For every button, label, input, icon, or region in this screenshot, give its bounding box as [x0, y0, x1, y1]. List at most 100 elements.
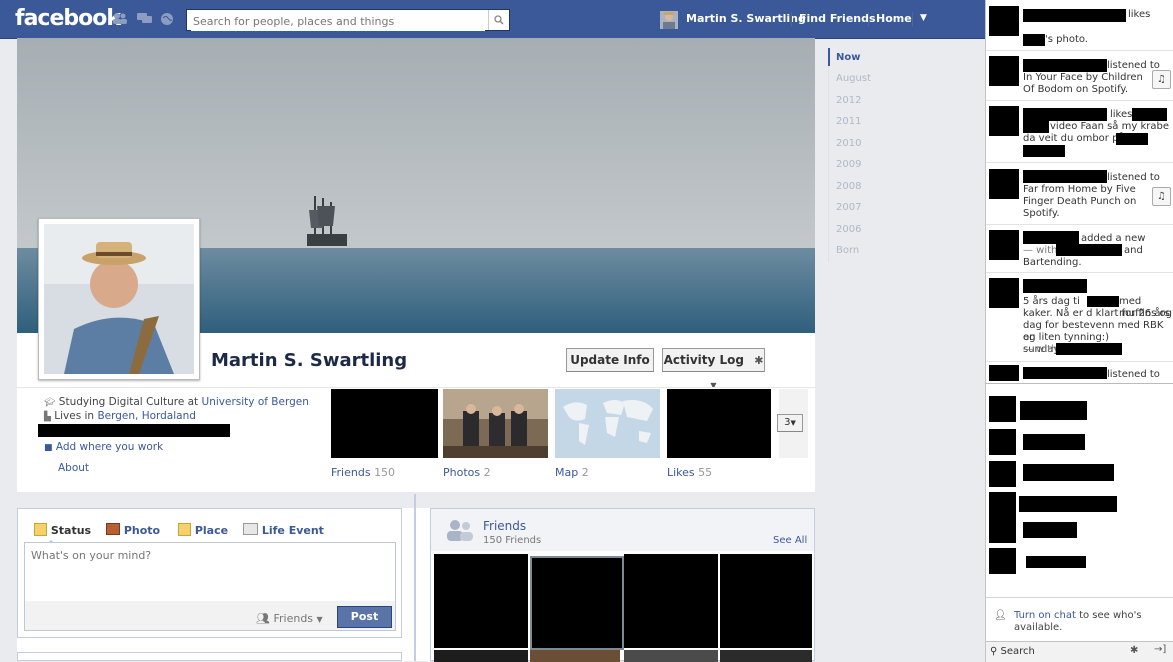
redacted-info	[38, 424, 230, 437]
gear-icon[interactable]: ✱	[1130, 645, 1138, 656]
avatar[interactable]	[989, 278, 1019, 308]
ticker-text: — with	[1023, 245, 1058, 256]
map-tab[interactable]: Map 2	[555, 466, 589, 479]
redacted-name	[1023, 279, 1087, 293]
chat-contact-name[interactable]	[1026, 556, 1086, 568]
chat-contact-name[interactable]	[1019, 496, 1117, 512]
tab-photo[interactable]: Photo	[106, 523, 160, 537]
photos-thumbnail[interactable]	[443, 389, 548, 458]
timeline-nav-august[interactable]: August	[836, 73, 871, 84]
profile-link[interactable]: Martin S. Swartling	[686, 12, 806, 25]
timeline-nav-2012[interactable]: 2012	[836, 95, 861, 106]
ticker-divider	[986, 272, 1173, 273]
chat-avatar[interactable]	[989, 429, 1016, 455]
avatar[interactable]	[989, 56, 1019, 86]
timeline-nav-born[interactable]: Born	[836, 245, 859, 256]
update-info-button[interactable]: Update Info	[566, 348, 654, 372]
chat-contact-name[interactable]	[1023, 464, 1114, 481]
search-input[interactable]	[191, 11, 485, 31]
redacted-name	[1023, 59, 1107, 72]
tab-photo-label: Photo	[123, 524, 161, 537]
find-friends-link[interactable]: Find Friends	[799, 12, 876, 25]
tab-status[interactable]: Status	[34, 523, 91, 537]
messages-icon[interactable]	[137, 12, 152, 24]
post-button[interactable]: Post	[337, 606, 392, 628]
friends-box-count: 150 Friends	[483, 535, 542, 546]
timeline-nav-now[interactable]: Now	[836, 52, 860, 63]
timeline-nav-2006[interactable]: 2006	[836, 224, 861, 235]
status-input[interactable]	[29, 547, 393, 601]
chat-avatar[interactable]	[989, 548, 1016, 574]
chat-contact-name[interactable]	[1023, 434, 1085, 450]
friends-tab[interactable]: Friends 150	[331, 466, 395, 479]
music-note-icon[interactable]: ♫	[1152, 70, 1171, 89]
activity-log-button[interactable]: Activity Log ✱ ▼	[662, 348, 765, 390]
status-icon	[34, 523, 47, 536]
friend-requests-icon[interactable]	[112, 12, 127, 24]
redacted-name	[1132, 108, 1167, 121]
chat-avatar[interactable]	[989, 492, 1016, 518]
music-note-icon[interactable]: ♫	[1152, 187, 1171, 206]
ticker-divider	[986, 361, 1173, 362]
friend-photo[interactable]	[624, 650, 718, 662]
chat-avatar[interactable]	[989, 461, 1016, 487]
friend-photo[interactable]	[530, 556, 624, 650]
search-icon[interactable]	[488, 10, 509, 30]
see-all-link[interactable]: See All	[773, 535, 807, 546]
more-apps-button[interactable]: 3▼	[777, 414, 803, 432]
notifications-globe-icon[interactable]	[160, 12, 174, 25]
ticker-text: 's photo.	[1045, 34, 1088, 45]
timeline-nav-2010[interactable]: 2010	[836, 138, 861, 149]
avatar[interactable]	[989, 230, 1019, 260]
profile-picture[interactable]	[38, 218, 200, 380]
map-thumbnail[interactable]	[555, 389, 660, 458]
account-menu-chevron-icon[interactable]: ▼	[920, 13, 927, 23]
city-link[interactable]: Bergen, Hordaland	[97, 410, 195, 422]
likes-thumbnail[interactable]	[667, 389, 771, 458]
timeline-nav-2008[interactable]: 2008	[836, 181, 861, 192]
timeline-nav-2009[interactable]: 2009	[836, 159, 861, 170]
redacted-name	[1087, 296, 1119, 307]
ticker-divider	[986, 162, 1173, 163]
friend-photo[interactable]	[624, 554, 718, 648]
tab-life-event[interactable]: Life Event	[243, 523, 324, 537]
friend-photo[interactable]	[720, 650, 812, 662]
map-tab-label: Map	[555, 466, 579, 479]
avatar[interactable]	[989, 169, 1019, 199]
tab-place[interactable]: Place	[178, 523, 228, 537]
audience-selector[interactable]: 👥︎ Friends ▼	[256, 612, 323, 625]
add-work-link[interactable]: Add where you work	[56, 441, 163, 453]
education-line: 🎓︎ Studying Digital Culture at Universit…	[44, 396, 309, 408]
ticker: likes 's photo. listened to In Your Face…	[985, 0, 1173, 383]
friend-photo[interactable]	[434, 554, 528, 648]
chat-contact-name[interactable]	[1020, 401, 1087, 420]
timeline-nav-2011[interactable]: 2011	[836, 116, 861, 127]
timeline-nav-2007[interactable]: 2007	[836, 202, 861, 213]
avatar[interactable]	[989, 6, 1019, 36]
friend-photo[interactable]	[434, 650, 528, 662]
friends-thumbnail[interactable]	[331, 389, 438, 458]
chat-search-input[interactable]: ⚲ Search	[990, 646, 1035, 657]
chat-contact-name[interactable]	[1023, 522, 1077, 538]
university-link[interactable]: University of Bergen	[202, 396, 309, 408]
avatar[interactable]	[989, 106, 1019, 136]
search-icon: ⚲	[990, 646, 998, 657]
friend-photo[interactable]	[530, 650, 620, 662]
chat-avatar[interactable]	[989, 517, 1016, 543]
chat-avatar[interactable]	[989, 396, 1016, 422]
avatar[interactable]	[989, 365, 1019, 381]
friends-box-title[interactable]: Friends	[483, 519, 526, 533]
hide-sidebar-icon[interactable]: →]	[1154, 644, 1166, 655]
profile-name: Martin S. Swartling	[211, 350, 408, 371]
add-work-line[interactable]: ■ Add where you work	[44, 441, 163, 453]
facebook-logo[interactable]: facebook	[15, 6, 121, 31]
turn-on-chat-link[interactable]: Turn on chat	[1014, 610, 1076, 621]
redacted-name	[1056, 244, 1122, 256]
home-link[interactable]: Home	[876, 12, 912, 25]
avatar[interactable]	[660, 11, 678, 29]
photos-tab[interactable]: Photos 2	[443, 466, 491, 479]
friend-photo[interactable]	[720, 554, 812, 648]
likes-tab-label: Likes	[667, 466, 695, 479]
about-link[interactable]: About	[58, 462, 89, 474]
likes-tab[interactable]: Likes 55	[667, 466, 712, 479]
